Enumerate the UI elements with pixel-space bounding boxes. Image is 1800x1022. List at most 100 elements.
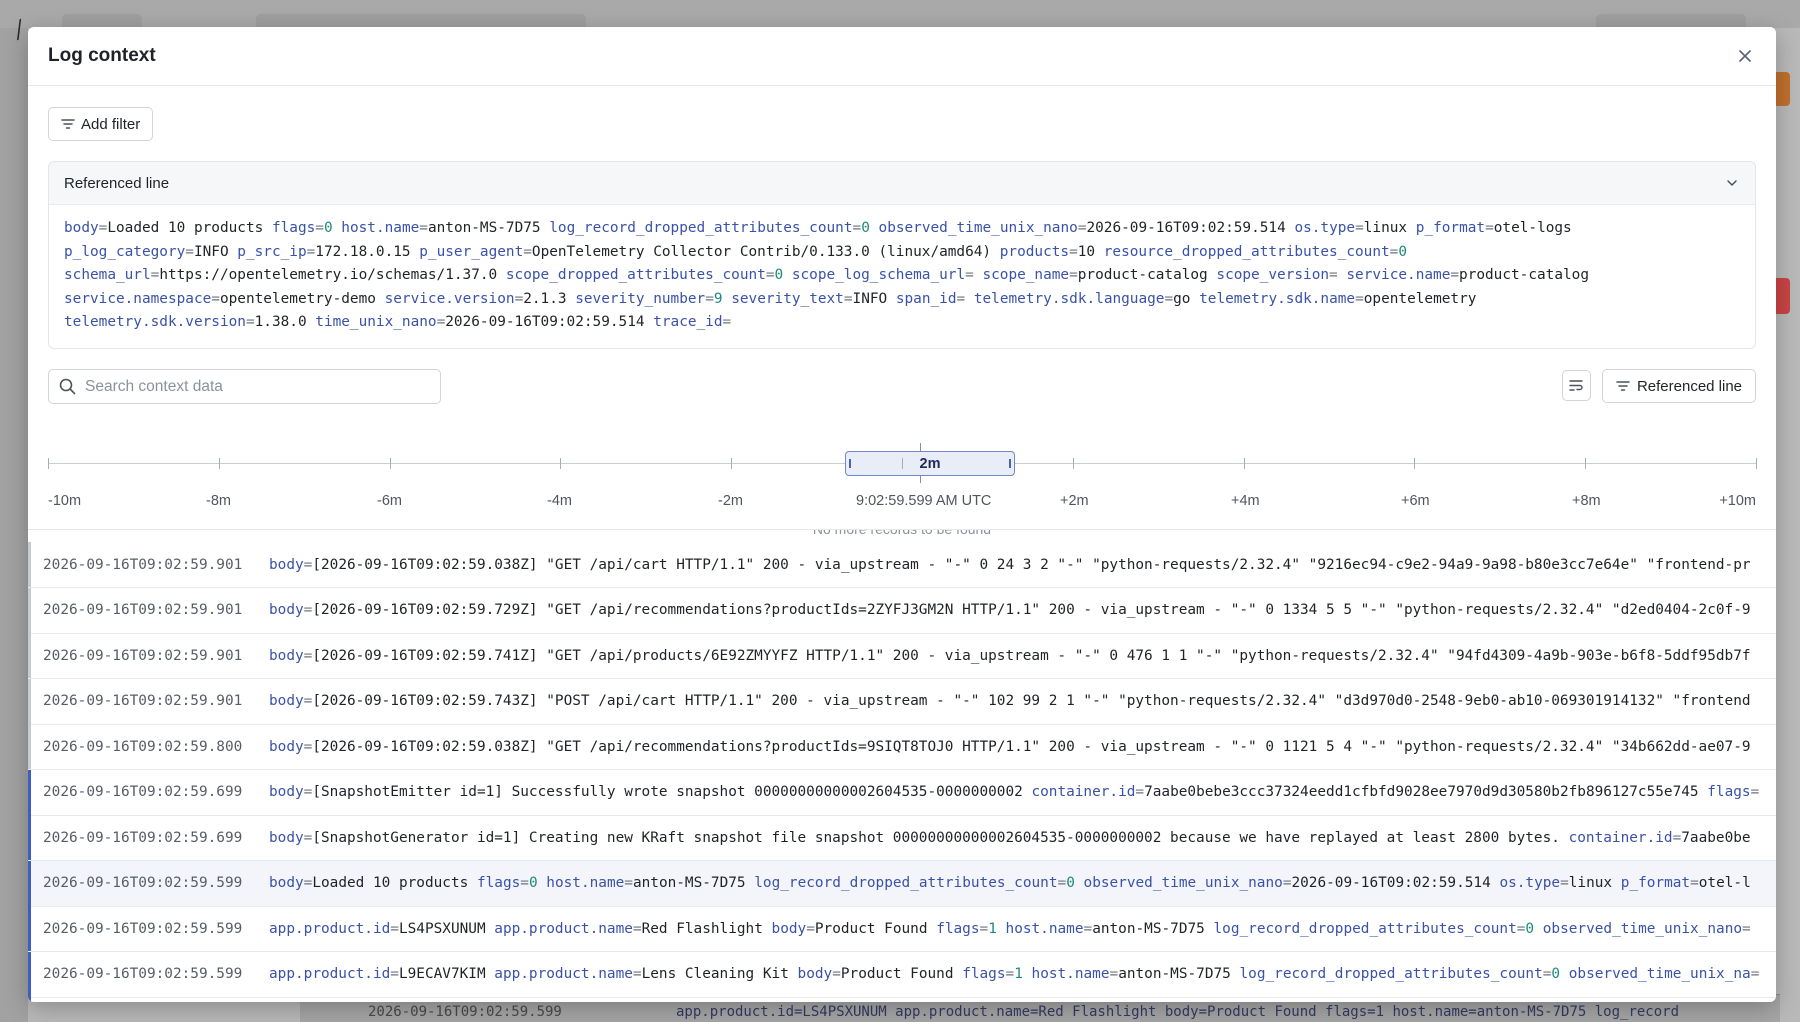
search-context-input[interactable]	[85, 377, 425, 396]
filter-icon	[61, 119, 75, 129]
field-value: 1	[988, 920, 997, 937]
field-value: 172.18.0.15	[315, 243, 411, 260]
field-value: 2026-09-16T09:02:59.514	[1291, 875, 1491, 891]
log-row-severity-bar	[28, 542, 31, 587]
field-equals: =	[211, 290, 220, 307]
log-row[interactable]: 2026-09-16T09:02:59.901 body=[2026-09-16T…	[28, 633, 1776, 679]
field-key: host.name	[546, 875, 625, 891]
log-timestamp: 2026-09-16T09:02:59.599	[43, 920, 243, 937]
field-equals: =	[624, 875, 633, 891]
log-row[interactable]: 2026-09-16T09:02:59.599app.product.id=OP…	[28, 997, 1776, 1002]
log-row[interactable]: 2026-09-16T09:02:59.599 body = Loaded 10 pr…	[28, 860, 1776, 907]
field-key: log_record_dropped_attributes_count	[1213, 920, 1517, 937]
field-equals: =	[390, 920, 399, 937]
referenced-line-body: body=Loaded 10 products flags=0 host.nam…	[49, 205, 1755, 335]
field-value: INFO	[193, 243, 229, 260]
log-row[interactable]: 2026-09-16T09:02:59.699 body = [SnapshotGen…	[28, 815, 1776, 861]
field-value: 1.38.0	[254, 314, 307, 331]
log-timestamp: 2026-09-16T09:02:59.901	[43, 602, 243, 618]
field-equals: =	[1005, 966, 1015, 982]
log-timestamp: 2026-09-16T09:02:59.901	[43, 647, 243, 664]
log-row[interactable]: 2026-09-16T09:02:59.800 body=[2026-09-16T…	[28, 724, 1776, 770]
log-message: body = [SnapshotGenerator id=1] Creating n…	[269, 830, 1751, 846]
field-key: app.product.id	[269, 920, 391, 937]
referenced-line-button[interactable]: Referenced line	[1602, 369, 1756, 403]
timeline-tick-label: +4m	[1231, 493, 1260, 509]
timeline-tick	[219, 458, 220, 469]
search-context-field[interactable]	[48, 369, 441, 404]
timeline-tick	[48, 458, 49, 469]
log-message: body=[2026-09-16T09:02:59.038Z] "GET /ap…	[269, 557, 1751, 573]
field-equals: =	[843, 290, 853, 307]
log-message: body = [SnapshotEmitter id=1] Successfully…	[269, 784, 1759, 800]
field-key: flags	[962, 966, 1006, 982]
log-timestamp: 2026-09-16T09:02:59.599	[43, 875, 243, 891]
referenced-line-header[interactable]: Referenced line	[49, 162, 1755, 205]
field-key: p_src_ip	[237, 243, 307, 260]
field-equals: =	[832, 966, 841, 982]
timeline-window-selector[interactable]: 2m	[845, 451, 1015, 476]
time-range-timeline[interactable]: 2m -10m -8m -6m -4m -2m +2m +4m +6m +8m +10m 9:02:…	[48, 415, 1758, 509]
field-value: otel-l	[1698, 875, 1751, 891]
timeline-tick-label: +2m	[1060, 493, 1089, 509]
field-equals: =	[1057, 875, 1067, 891]
log-message: body=[2026-09-16T09:02:59.038Z] "GET /ap…	[269, 739, 1751, 755]
field-value: L9ECAV7KIM	[398, 966, 486, 982]
modal-header: Log context	[28, 27, 1776, 86]
field-equals: =	[1690, 875, 1699, 891]
field-value: otel-logs	[1493, 220, 1572, 236]
field-equals: =	[979, 920, 989, 937]
field-key: container.id	[1568, 829, 1673, 846]
log-timestamp: 2026-09-16T09:02:59.901	[43, 693, 243, 709]
field-equals: =	[390, 966, 399, 982]
field-value: Loaded 10 products	[107, 220, 264, 236]
timeline-tick	[390, 458, 391, 469]
log-row[interactable]: 2026-09-16T09:02:59.901 body=[2026-09-16T…	[28, 587, 1776, 634]
field-value: 0	[323, 220, 333, 236]
timeline-right-handle[interactable]	[1009, 459, 1011, 468]
log-row[interactable]: 2026-09-16T09:02:59.599 app.product.id=L9…	[28, 951, 1776, 998]
field-value: product-catalog	[1459, 267, 1589, 284]
field-key: host.name	[1005, 920, 1084, 937]
log-context-list[interactable]: No more records to be found 2026-09-16T0…	[28, 529, 1776, 1002]
log-row[interactable]: 2026-09-16T09:02:59.901 body=[2026-09-16T…	[28, 678, 1776, 725]
field-value: 0	[1551, 966, 1561, 982]
log-row-severity-bar	[28, 587, 31, 633]
log-context-modal: Log context Add filter Referenced line b…	[28, 27, 1776, 1002]
timeline-tick-label: +10m	[1719, 493, 1756, 509]
log-message: body=[2026-09-16T09:02:59.741Z] "GET /ap…	[269, 648, 1751, 664]
field-key: body	[269, 647, 304, 664]
log-row-severity-bar	[28, 815, 31, 860]
field-equals: =	[852, 220, 862, 236]
timeline-tick-label: -8m	[206, 493, 231, 509]
add-filter-button[interactable]: Add filter	[48, 107, 154, 141]
log-row[interactable]: 2026-09-16T09:02:59.901 body=[2026-09-16T…	[28, 542, 1776, 588]
field-value: 0	[861, 220, 870, 236]
field-value: [SnapshotGenerator id=1] Creating new KR…	[312, 829, 1560, 846]
field-key: service.name	[1346, 267, 1451, 284]
no-more-records: No more records to be found	[812, 529, 992, 537]
field-value: 0	[528, 875, 538, 891]
timeline-tick-label: -2m	[718, 493, 743, 509]
field-key: body	[269, 693, 304, 709]
timeline-tick-label: -10m	[48, 493, 82, 509]
field-value: 7aabe0be	[1681, 829, 1751, 846]
field-value: 7aabe0bebe3ccc37324eedd1cfbfd9028ee7970d…	[1144, 784, 1699, 800]
field-value: Product Found	[814, 920, 928, 937]
modal-title: Log context	[48, 45, 156, 66]
log-row[interactable]: 2026-09-16T09:02:59.699 body = [SnapshotEmi…	[28, 769, 1776, 816]
timeline-left-handle[interactable]	[849, 459, 851, 468]
timeline-tick-label: -6m	[377, 493, 402, 509]
field-key: app.product.name	[494, 920, 633, 937]
field-value: 2026-09-16T09:02:59.514	[445, 314, 645, 331]
field-key: body	[269, 602, 304, 618]
field-key: log_record_dropped_attributes_count	[754, 875, 1058, 891]
field-key: app.product.name	[494, 966, 633, 982]
wrap-lines-button[interactable]	[1562, 370, 1591, 401]
close-button[interactable]	[1734, 45, 1756, 67]
field-equals: =	[1560, 875, 1569, 891]
field-value: 2026-09-16T09:02:59.514	[1086, 220, 1286, 236]
log-row[interactable]: 2026-09-16T09:02:59.599 app.product.id=LS…	[28, 906, 1776, 952]
referenced-line-row: service.namespace=opentelemetry-demo ser…	[64, 288, 1740, 312]
log-row-severity-bar	[28, 951, 31, 997]
